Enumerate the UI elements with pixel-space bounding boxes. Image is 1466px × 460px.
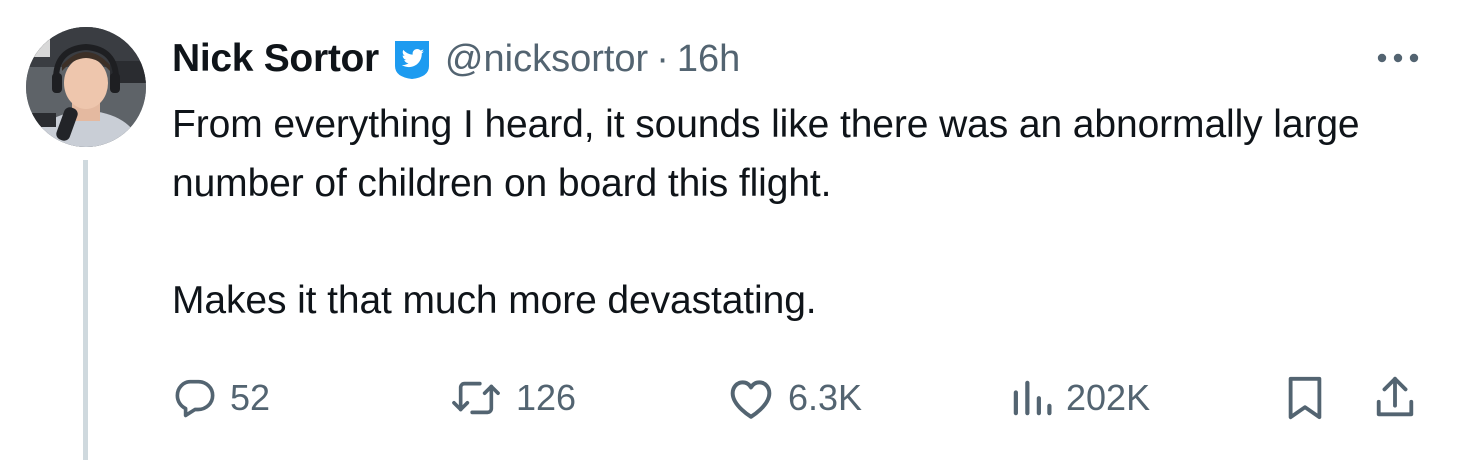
action-bar: 52 126 6.3K 202K xyxy=(0,370,1466,426)
tweet-header: Nick Sortor @nicksortor · 16h xyxy=(172,34,740,84)
like-count: 6.3K xyxy=(788,377,863,418)
avatar[interactable] xyxy=(26,27,146,147)
reply-icon xyxy=(175,379,215,418)
tweet: Nick Sortor @nicksortor · 16h From every… xyxy=(0,0,1466,460)
separator-dot: · xyxy=(656,37,669,80)
tweet-text: From everything I heard, it sounds like … xyxy=(172,96,1372,330)
tweet-paragraph: Makes it that much more devastating. xyxy=(172,278,817,322)
reply-count: 52 xyxy=(230,377,271,418)
views-icon xyxy=(1013,380,1052,416)
verified-badge-icon[interactable] xyxy=(389,36,435,82)
author-handle[interactable]: @nicksortor xyxy=(445,38,648,81)
more-options-button[interactable] xyxy=(1372,38,1424,78)
repost-count: 126 xyxy=(516,377,577,418)
reply-button[interactable]: 52 xyxy=(172,370,270,426)
like-button[interactable]: 6.3K xyxy=(726,370,862,426)
views-button[interactable]: 202K xyxy=(1008,370,1150,426)
repost-button[interactable]: 126 xyxy=(448,370,576,426)
bookmark-icon xyxy=(1288,376,1322,420)
more-icon xyxy=(1377,53,1419,63)
tweet-paragraph: From everything I heard, it sounds like … xyxy=(172,103,1360,205)
share-button[interactable] xyxy=(1372,370,1418,426)
timestamp[interactable]: 16h xyxy=(677,38,740,81)
like-icon xyxy=(730,380,772,419)
repost-icon xyxy=(452,381,500,415)
view-count: 202K xyxy=(1066,377,1151,418)
profile-photo-icon xyxy=(26,27,146,147)
share-icon xyxy=(1376,376,1414,417)
author-name[interactable]: Nick Sortor xyxy=(172,37,379,81)
bookmark-button[interactable] xyxy=(1282,370,1328,426)
